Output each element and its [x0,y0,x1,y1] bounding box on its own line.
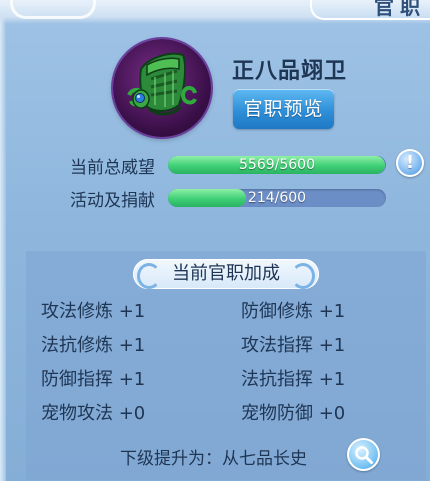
window-left-border [0,0,6,481]
official-hat-icon [127,52,197,116]
rank-name: 正八品翊卫 [232,59,348,84]
bonus-panel-title-text: 当前官职加成 [172,263,280,284]
rank-emblem [113,39,211,137]
prestige-progress-bar: 5569/5600 [168,156,386,174]
bonus-item: 法抗修炼 +1 [41,335,146,356]
prestige-value: 5569/5600 [239,157,315,173]
activity-label: 活动及捐献 [70,191,155,211]
bonus-panel-title: 当前官职加成 [133,259,319,289]
window-title: 官职 [374,0,426,19]
top-cloud-ornament [10,0,96,19]
activity-value: 214/600 [247,190,307,206]
rank-preview-button[interactable]: 官职预览 [233,89,334,129]
bonus-item: 防御指挥 +1 [41,369,146,390]
bonus-item: 宠物防御 +0 [241,403,346,424]
magnifier-icon[interactable] [347,438,380,471]
exclamation-icon[interactable]: ! [396,149,424,177]
title-tab: 官职 [310,0,430,20]
next-promotion-text: 下级提升为：从七品长史 [120,449,307,469]
bonus-item: 攻法修炼 +1 [41,301,146,322]
prestige-label: 当前总威望 [70,158,155,178]
bonus-item: 攻法指挥 +1 [241,335,346,356]
bonus-item: 法抗指挥 +1 [241,369,346,390]
bonus-item: 宠物攻法 +0 [41,403,146,424]
activity-progress-bar: 214/600 [168,189,386,207]
bonus-item: 防御修炼 +1 [241,301,346,322]
